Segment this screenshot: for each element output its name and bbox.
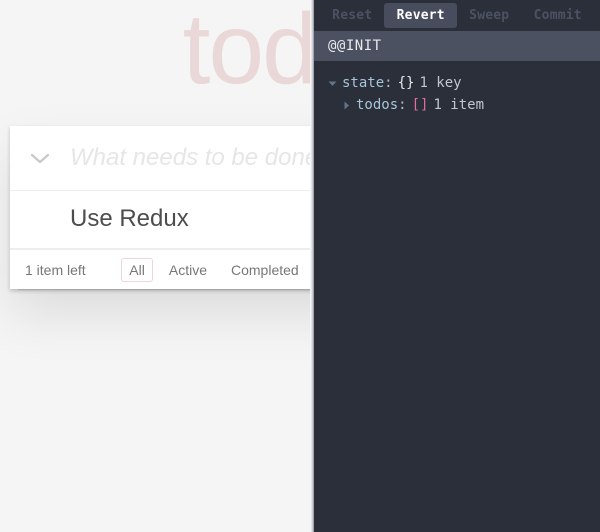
tree-key-todos: todos <box>356 97 399 113</box>
filter-item-completed: Completed <box>220 255 310 285</box>
tree-row-todos[interactable]: todos : [] 1 item <box>314 95 600 117</box>
tree-brace-todos: [] <box>411 97 429 113</box>
filter-link-completed[interactable]: Completed <box>223 258 307 282</box>
redux-devtools-panel: Reset Revert Sweep Commit @@INIT state :… <box>314 0 600 532</box>
tree-meta-todos: 1 item <box>433 97 485 113</box>
chevron-down-icon[interactable] <box>10 141 70 175</box>
filter-link-all[interactable]: All <box>121 257 153 282</box>
triangle-right-icon[interactable] <box>342 101 356 110</box>
tree-key-state: state <box>342 75 385 91</box>
tree-colon-todos: : <box>398 97 407 113</box>
devtools-toolbar: Reset Revert Sweep Commit <box>314 0 600 31</box>
tree-brace-state: {} <box>397 75 415 91</box>
devtools-resizer[interactable] <box>310 0 314 532</box>
devtools-action-list: @@INIT <box>314 31 600 61</box>
revert-button[interactable]: Revert <box>384 3 457 28</box>
action-row-init[interactable]: @@INIT <box>314 31 600 61</box>
tree-colon-state: : <box>384 75 393 91</box>
filter-item-all: All <box>118 255 156 285</box>
triangle-down-icon[interactable] <box>328 79 342 88</box>
tree-row-state[interactable]: state : {} 1 key <box>314 73 600 95</box>
reset-button[interactable]: Reset <box>320 3 384 28</box>
filter-item-active: Active <box>158 255 218 285</box>
commit-button[interactable]: Commit <box>521 3 594 28</box>
sweep-button[interactable]: Sweep <box>457 3 521 28</box>
devtools-state-tree: state : {} 1 key todos : [] 1 item <box>314 61 600 117</box>
filter-link-active[interactable]: Active <box>161 258 215 282</box>
todo-item-label: Use Redux <box>70 205 189 233</box>
tree-meta-state: 1 key <box>419 75 462 91</box>
